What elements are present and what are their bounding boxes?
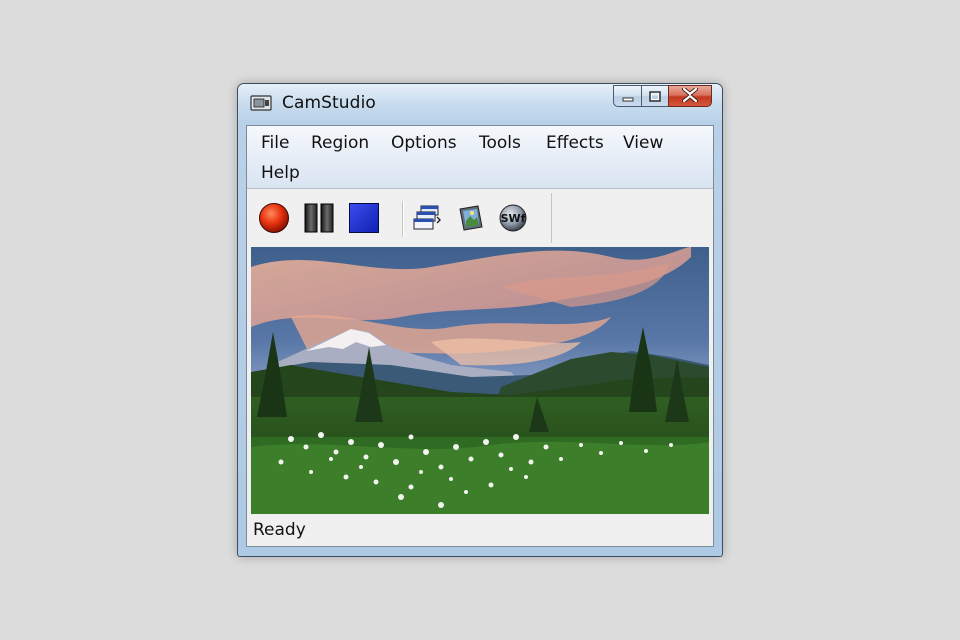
stop-button[interactable] [347, 203, 381, 237]
minimize-icon [622, 87, 634, 106]
maximize-icon [649, 87, 661, 106]
menu-bar: File Region Options Tools Effects View H… [247, 126, 713, 189]
pause-icon [303, 202, 335, 238]
windows-stack-icon [412, 203, 442, 237]
status-bar: Ready [247, 515, 713, 546]
maximize-button[interactable] [641, 85, 668, 107]
swf-producer-button[interactable]: SWf [496, 203, 530, 237]
pause-button[interactable] [302, 203, 336, 237]
swf-label: SWf [501, 212, 526, 225]
menu-effects[interactable]: Effects [546, 133, 604, 153]
toolbar-separator [402, 201, 404, 237]
menu-options[interactable]: Options [391, 133, 457, 153]
preview-image [251, 247, 709, 514]
stop-icon [348, 202, 380, 238]
menu-help[interactable]: Help [261, 163, 300, 183]
menu-tools[interactable]: Tools [479, 133, 521, 153]
toolbar-group: SWf [251, 193, 552, 243]
window-title: CamStudio [282, 93, 376, 113]
menu-file[interactable]: File [261, 133, 289, 153]
client-area: File Region Options Tools Effects View H… [246, 125, 714, 547]
caption-buttons [613, 85, 712, 107]
record-button[interactable] [257, 203, 291, 237]
record-icon [258, 202, 290, 238]
camstudio-window: CamStudio File Region Options Tools Effe… [237, 83, 723, 557]
toolbar: SWf [247, 189, 713, 247]
title-bar[interactable]: CamStudio [238, 84, 722, 121]
close-button[interactable] [668, 85, 712, 107]
camcorder-icon [250, 94, 272, 112]
minimize-button[interactable] [613, 85, 641, 107]
close-icon [682, 86, 698, 106]
video-frame-icon [456, 203, 486, 237]
video-options-button[interactable] [454, 203, 488, 237]
status-text: Ready [253, 520, 306, 540]
swf-icon: SWf [497, 202, 529, 238]
menu-view[interactable]: View [623, 133, 663, 153]
menu-region[interactable]: Region [311, 133, 369, 153]
annotation-button[interactable] [410, 203, 444, 237]
